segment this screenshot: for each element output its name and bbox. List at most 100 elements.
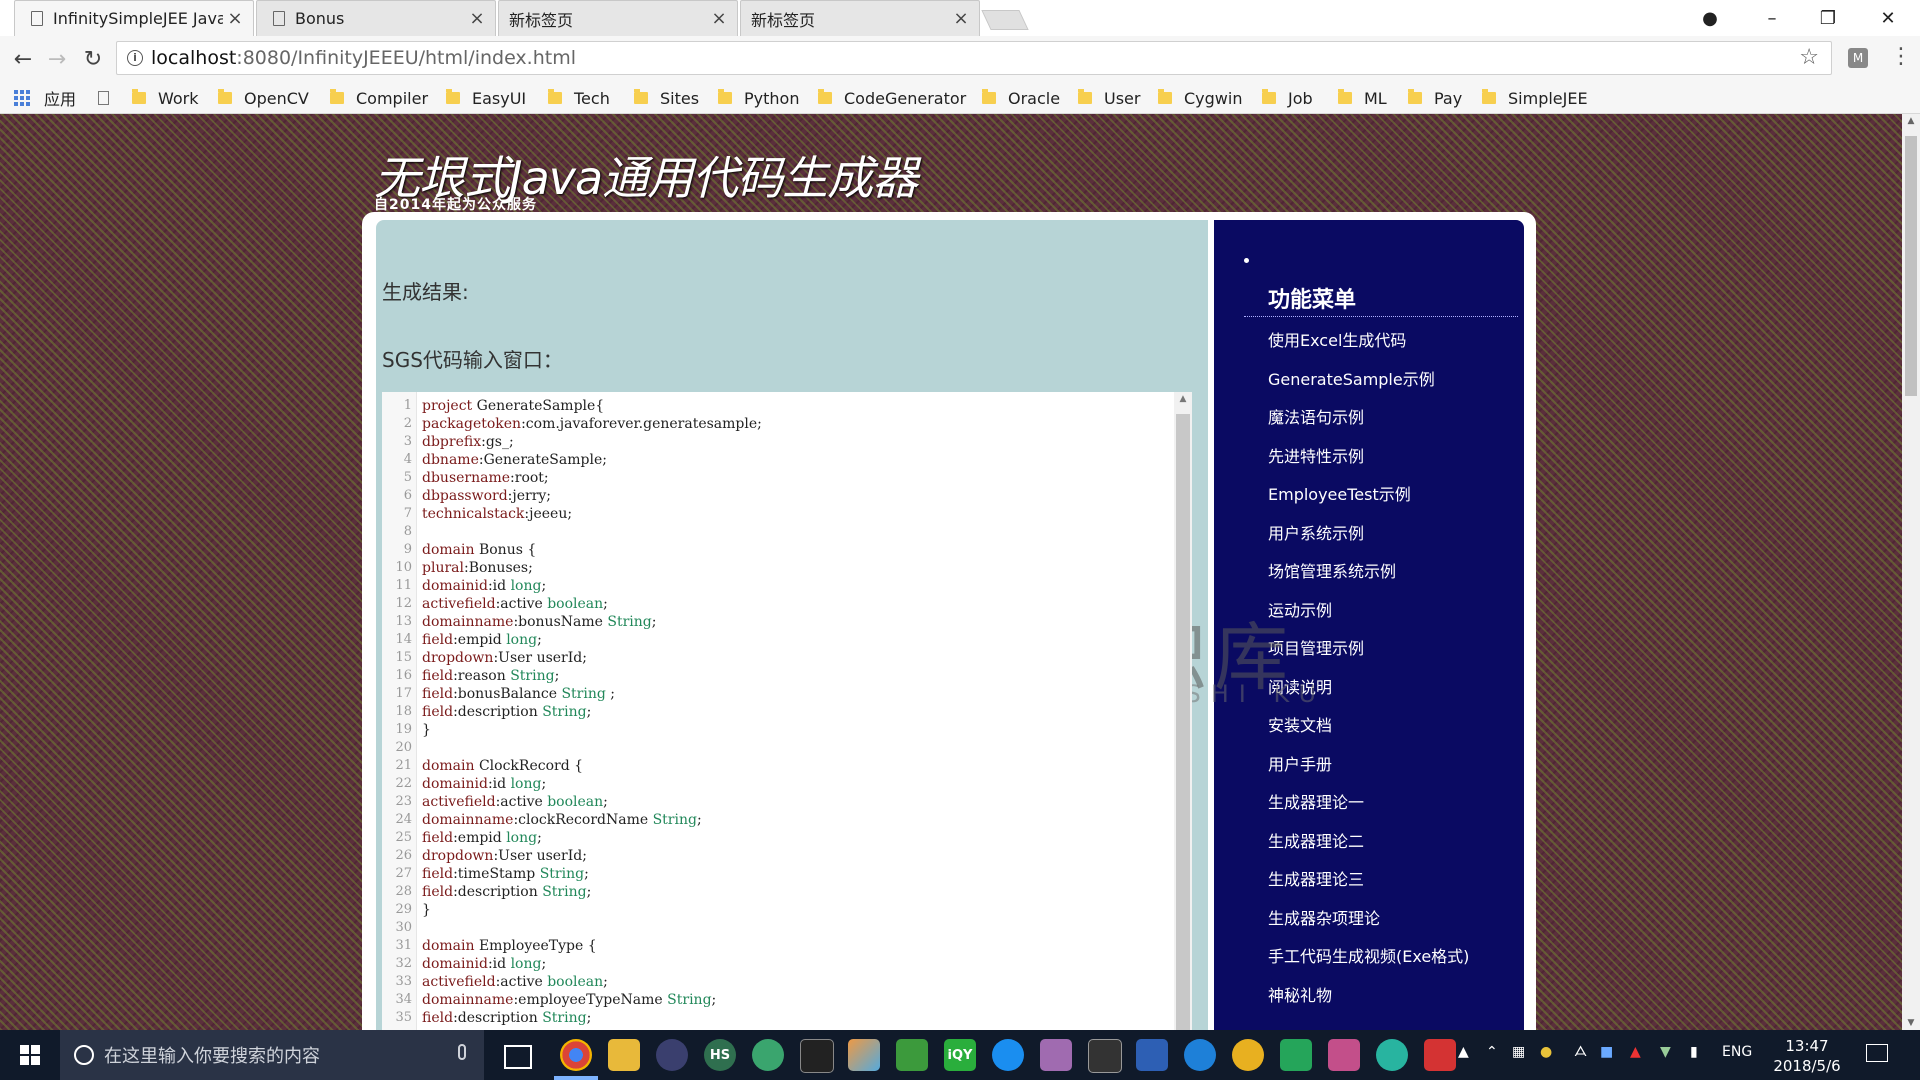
battery-icon[interactable]: ▮	[1690, 1044, 1698, 1060]
microphone-icon[interactable]	[458, 1044, 466, 1060]
tray-app-icon[interactable]: ▦	[1512, 1044, 1525, 1060]
input-language[interactable]: ENG	[1722, 1044, 1752, 1060]
task-view-icon[interactable]	[504, 1045, 532, 1069]
back-icon[interactable]: ←	[8, 44, 38, 74]
start-button[interactable]	[0, 1030, 60, 1080]
code-line[interactable]: }	[422, 722, 431, 738]
menu-item[interactable]: 项目管理示例	[1268, 635, 1364, 659]
app-icon[interactable]	[1328, 1039, 1360, 1071]
terminal-icon[interactable]	[800, 1039, 834, 1073]
code-line[interactable]: dbpassword:jerry;	[422, 488, 551, 504]
winrar-icon[interactable]	[1040, 1039, 1072, 1071]
scroll-up-icon[interactable]: ▲	[1902, 116, 1920, 126]
bookmark-tech[interactable]: Tech	[548, 87, 610, 109]
browser-360-icon[interactable]	[1232, 1039, 1264, 1071]
taskbar-scroll-icon[interactable]: ▲	[1458, 1044, 1469, 1060]
bookmark-simplejee[interactable]: SimpleJEE	[1482, 87, 1588, 109]
close-tab-icon[interactable]: ×	[707, 8, 731, 29]
bookmark-user[interactable]: User	[1078, 87, 1140, 109]
wifi-icon[interactable]: ▼	[1660, 1044, 1671, 1060]
bookmark-codegenerator[interactable]: CodeGenerator	[818, 87, 966, 109]
info-icon[interactable]: i	[127, 50, 143, 66]
menu-item[interactable]: 生成器理论一	[1268, 789, 1364, 813]
code-line[interactable]: packagetoken:com.javaforever.generatesam…	[422, 416, 762, 432]
tab-newtab-1[interactable]: 新标签页 ×	[498, 0, 738, 36]
menu-item[interactable]: 安装文档	[1268, 712, 1332, 736]
menu-item[interactable]: 阅读说明	[1268, 674, 1332, 698]
atom-icon[interactable]	[752, 1039, 784, 1071]
code-line[interactable]: plural:Bonuses;	[422, 560, 533, 576]
code-line[interactable]: domainid:id long;	[422, 776, 546, 792]
menu-item[interactable]: 用户系统示例	[1268, 520, 1364, 544]
close-tab-icon[interactable]: ×	[465, 8, 489, 29]
menu-item[interactable]: 魔法语句示例	[1268, 404, 1364, 428]
code-line[interactable]: field:reason String;	[422, 668, 559, 684]
tray-360-icon[interactable]: ●	[1540, 1044, 1552, 1060]
bookmark-cygwin[interactable]: Cygwin	[1158, 87, 1242, 109]
menu-item[interactable]: GenerateSample示例	[1268, 366, 1435, 390]
code-line[interactable]: domainid:id long;	[422, 956, 546, 972]
chrome-icon[interactable]	[560, 1039, 592, 1071]
scroll-down-icon[interactable]: ▼	[1902, 1018, 1920, 1028]
code-line[interactable]: }	[422, 902, 431, 918]
scroll-up-icon[interactable]: ▲	[1174, 394, 1192, 404]
tab-infinity[interactable]: InfinitySimpleJEE Java C ×	[14, 0, 254, 36]
bookmark-star-icon[interactable]: ☆	[1799, 45, 1819, 70]
tray-overflow-icon[interactable]: ⌃	[1486, 1044, 1498, 1060]
bluetooth-icon[interactable]: ᗋ	[1574, 1044, 1587, 1060]
code-line[interactable]: field:empid long;	[422, 632, 542, 648]
new-tab-button[interactable]	[981, 10, 1029, 30]
code-line[interactable]: domainname:clockRecordName String;	[422, 812, 702, 828]
code-line[interactable]: domain ClockRecord {	[422, 758, 583, 774]
code-line[interactable]: domainname:employeeTypeName String;	[422, 992, 716, 1008]
menu-item[interactable]: 神秘礼物	[1268, 982, 1332, 1006]
code-line[interactable]: domain EmployeeType {	[422, 938, 597, 954]
bookmark-easyui[interactable]: EasyUI	[446, 87, 526, 109]
iqiyi-icon[interactable]: iQY	[944, 1039, 976, 1071]
code-line[interactable]: field:bonusBalance String ;	[422, 686, 615, 702]
restore-icon[interactable]: ❐	[1800, 0, 1856, 36]
more-menu-icon[interactable]: ⋮	[1890, 44, 1912, 69]
code-line[interactable]: dropdown:User userId;	[422, 650, 587, 666]
menu-item[interactable]: 使用Excel生成代码	[1268, 327, 1406, 351]
tray-network-app-icon[interactable]: ■	[1600, 1044, 1613, 1060]
code-line[interactable]: field:description String;	[422, 704, 591, 720]
spreadsheet-icon[interactable]	[896, 1039, 928, 1071]
menu-item[interactable]: 用户手册	[1268, 751, 1332, 775]
bookmark-sites[interactable]: Sites	[634, 87, 699, 109]
code-line[interactable]: technicalstack:jeeeu;	[422, 506, 572, 522]
media-player-icon[interactable]	[1280, 1039, 1312, 1071]
minimize-icon[interactable]: –	[1744, 0, 1800, 36]
menu-item[interactable]: 生成器理论三	[1268, 866, 1364, 890]
code-line[interactable]: domainname:bonusName String;	[422, 614, 656, 630]
cmd-icon[interactable]	[1088, 1039, 1122, 1073]
code-line[interactable]: dbusername:root;	[422, 470, 549, 486]
bookmark-apps[interactable]: 应用	[14, 87, 76, 109]
code-line[interactable]: domainid:id long;	[422, 578, 546, 594]
tab-bonus[interactable]: Bonus ×	[256, 0, 496, 36]
antivirus-icon[interactable]: ▲	[1630, 1044, 1641, 1060]
tab-newtab-2[interactable]: 新标签页 ×	[740, 0, 980, 36]
qq-browser-icon[interactable]	[992, 1039, 1024, 1071]
bookmark-pay[interactable]: Pay	[1408, 87, 1462, 109]
menu-item[interactable]: 生成器理论二	[1268, 828, 1364, 852]
hs-app-icon[interactable]: HS	[704, 1039, 736, 1071]
menu-item[interactable]: 场馆管理系统示例	[1268, 558, 1396, 582]
news-app-icon[interactable]	[1424, 1039, 1456, 1071]
menu-item[interactable]: 手工代码生成视频(Exe格式)	[1268, 943, 1469, 967]
code-line[interactable]: field:timeStamp String;	[422, 866, 589, 882]
code-line[interactable]: field:description String;	[422, 1010, 591, 1026]
menu-item[interactable]: 先进特性示例	[1268, 443, 1364, 467]
code-line[interactable]: activefield:active boolean;	[422, 596, 608, 612]
page-scroll-thumb[interactable]	[1905, 136, 1917, 396]
code-line[interactable]: field:empid long;	[422, 830, 542, 846]
bookmark-work[interactable]: Work	[132, 87, 199, 109]
editor-scrollbar[interactable]: ▲	[1174, 392, 1192, 1032]
page-scrollbar[interactable]: ▲ ▼	[1902, 114, 1920, 1030]
code-line[interactable]: activefield:active boolean;	[422, 974, 608, 990]
paint-icon[interactable]	[848, 1039, 880, 1071]
file-explorer-icon[interactable]	[608, 1039, 640, 1071]
menu-item[interactable]: 运动示例	[1268, 597, 1332, 621]
reload-icon[interactable]: ↻	[78, 44, 108, 74]
bookmark-job[interactable]: Job	[1262, 87, 1313, 109]
